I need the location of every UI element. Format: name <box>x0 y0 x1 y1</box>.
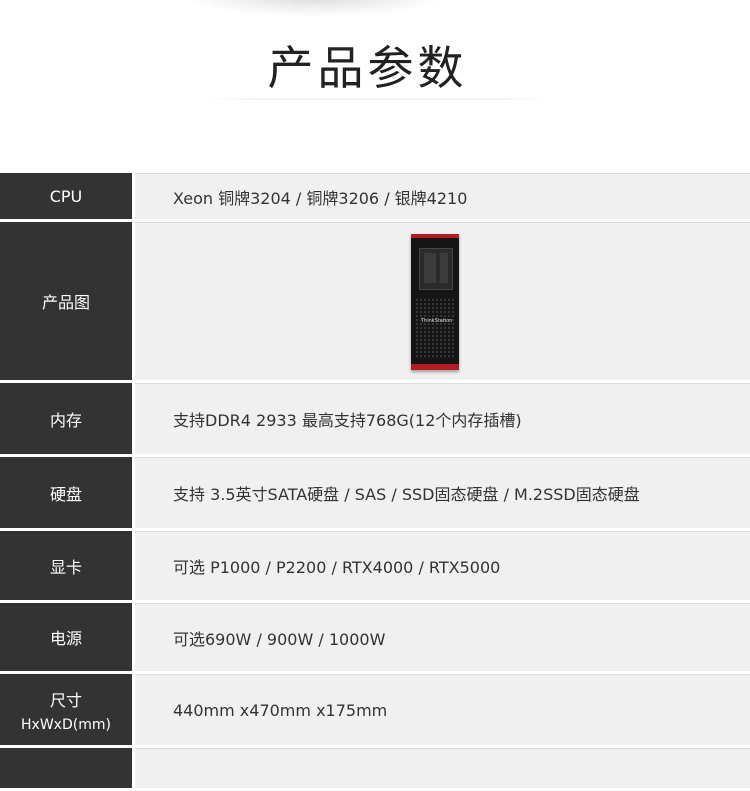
spec-value-memory: 支持DDR4 2933 最高支持768G(12个内存插槽) <box>135 383 750 454</box>
spec-label-graphics: 显卡 <box>0 531 135 600</box>
spec-label-storage: 硬盘 <box>0 457 135 528</box>
workstation-tower-icon: ThinkStation <box>411 233 459 370</box>
tower-drive-bay <box>419 247 453 290</box>
spec-label-partial <box>0 748 135 788</box>
tower-bottom-accent <box>411 363 459 370</box>
spec-label-text: 内存 <box>49 410 82 430</box>
spec-label-text: 产品图 <box>41 293 90 312</box>
spec-label-cpu: CPU <box>0 173 135 219</box>
spec-value-dimensions: 440mm x470mm x175mm <box>135 674 750 745</box>
spec-row-partial <box>0 748 750 791</box>
spec-row-memory: 内存 支持DDR4 2933 最高支持768G(12个内存插槽) <box>0 383 750 457</box>
spec-row-image: 产品图 ThinkStation <box>0 222 750 383</box>
spec-row-dimensions: 尺寸 HxWxD(mm) 440mm x470mm x175mm <box>0 674 750 748</box>
spec-value-partial <box>135 748 750 788</box>
spec-label-image: 产品图 <box>0 222 135 380</box>
spec-value-power: 可选690W / 900W / 1000W <box>135 603 750 671</box>
spec-label-dimensions: 尺寸 HxWxD(mm) <box>0 674 135 745</box>
spec-label-text: 显卡 <box>49 557 82 577</box>
spec-label-text: 硬盘 <box>49 484 82 504</box>
spec-row-graphics: 显卡 可选 P1000 / P2200 / RTX4000 / RTX5000 <box>0 531 750 603</box>
title-divider <box>205 98 550 100</box>
spec-label-power: 电源 <box>0 603 135 671</box>
spec-label-memory: 内存 <box>0 383 135 454</box>
spec-value-image: ThinkStation <box>135 222 750 380</box>
top-shadow-decoration <box>185 0 445 16</box>
tower-brand-badge: ThinkStation <box>421 317 453 324</box>
spec-value-cpu: Xeon 铜牌3204 / 铜牌3206 / 银牌4210 <box>135 173 750 219</box>
spec-sublabel-dimensions: HxWxD(mm) <box>21 716 111 733</box>
spec-value-graphics: 可选 P1000 / P2200 / RTX4000 / RTX5000 <box>135 531 750 600</box>
spec-row-storage: 硬盘 支持 3.5英寸SATA硬盘 / SAS / SSD固态硬盘 / M.2S… <box>0 457 750 531</box>
spec-value-storage: 支持 3.5英寸SATA硬盘 / SAS / SSD固态硬盘 / M.2SSD固… <box>135 457 750 528</box>
tower-top-accent <box>411 233 459 238</box>
spec-table: CPU Xeon 铜牌3204 / 铜牌3206 / 银牌4210 产品图 Th… <box>0 173 750 791</box>
spec-label-text: 电源 <box>49 629 82 648</box>
spec-label-text: 尺寸 <box>49 690 82 710</box>
spec-label-text: CPU <box>49 186 83 206</box>
page-title: 产品参数 <box>267 41 468 95</box>
tower-front-grille <box>415 297 455 358</box>
spec-row-power: 电源 可选690W / 900W / 1000W <box>0 603 750 674</box>
spec-row-cpu: CPU Xeon 铜牌3204 / 铜牌3206 / 银牌4210 <box>0 173 750 222</box>
